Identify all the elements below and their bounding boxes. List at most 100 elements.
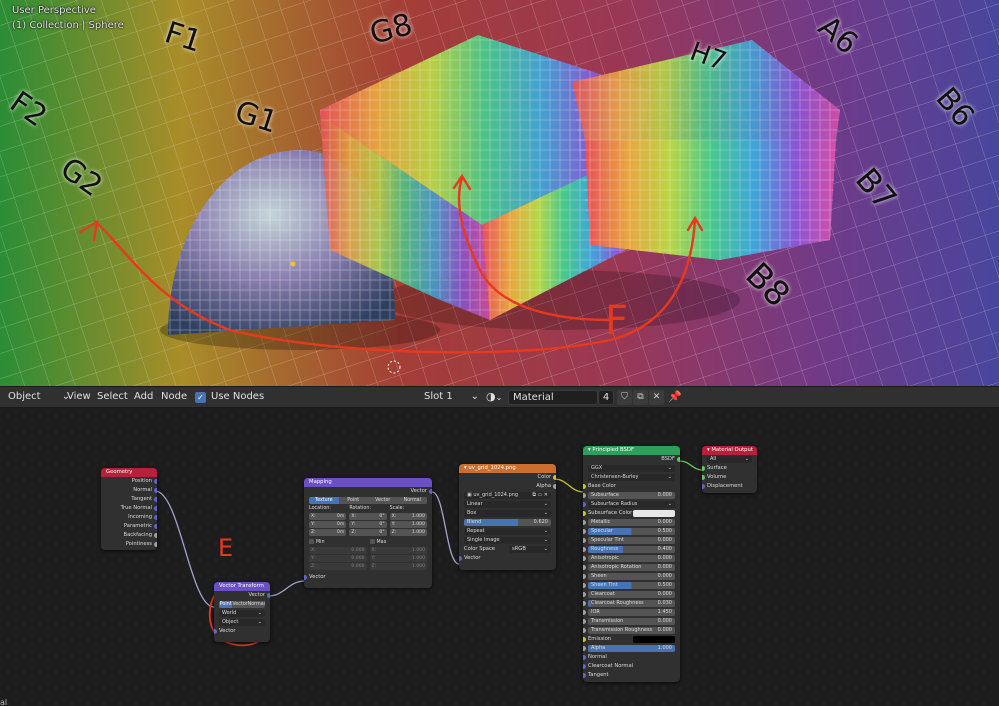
viewport-collection-label: (1) Collection | Sphere (12, 20, 124, 31)
3d-viewport[interactable]: F1 F2 G1 G2 G8 H7 A6 B6 B7 B8 F User Per… (0, 0, 999, 386)
node-editor-canvas[interactable]: E Geometry Position Normal Tangent True … (0, 408, 999, 706)
vector-transform-node[interactable]: Vector Transform Vector Point Vector Nor… (214, 582, 270, 642)
max-checkbox[interactable] (369, 539, 375, 544)
image-selector[interactable]: ▣ uv_grid_1024.png ⧉ ▭ ✕ (459, 491, 556, 500)
bsdf-input-anisotropic-rotation[interactable]: Anisotropic Rotation 0.000 (583, 563, 680, 572)
bsdf-input-clearcoat-roughness[interactable]: Clearcoat Roughness 0.030 (583, 599, 680, 608)
convert-to-dropdown[interactable]: Object ⌄ (214, 618, 270, 627)
bsdf-input-roughness[interactable]: Roughness 0.400 (583, 545, 680, 554)
duplicate-material-icon[interactable]: ⧉ (633, 390, 648, 405)
viewport-perspective-label: User Perspective (12, 5, 96, 16)
type-normal[interactable]: Normal (247, 601, 265, 608)
transform-grid: Location: X: 0m Y: 0m Z: 0m Rotation: X: 0° … (304, 505, 432, 571)
scale-x[interactable]: X: 1.000 (389, 513, 427, 520)
scale-z[interactable]: Z: 1.000 (389, 529, 427, 536)
socket-displacement: Displacement (702, 482, 757, 491)
bsdf-input-subsurface-color[interactable]: Subsurface Color (583, 509, 680, 518)
bsdf-input-subsurface-radius[interactable]: Subsurface Radius ⌄ (583, 500, 680, 509)
bsdf-input-ior[interactable]: IOR 1.450 (583, 608, 680, 617)
type-vector[interactable]: Vector (232, 601, 248, 608)
scale-y[interactable]: Y: 1.000 (389, 521, 427, 528)
mapping-type-selector[interactable]: Texture Point Vector Normal (304, 496, 432, 505)
color-swatch[interactable] (633, 510, 675, 517)
mode-dropdown[interactable]: Object ⌄ (8, 391, 70, 402)
principled-bsdf-node[interactable]: ▾ Principled BSDF BSDF GGX ⌄ Christensen-… (583, 446, 680, 682)
rotation-x[interactable]: X: 0° (349, 513, 387, 520)
use-nodes-checkbox[interactable]: ✓ (195, 392, 206, 403)
bsdf-input-transmission-roughness[interactable]: Transmission Roughness 0.000 (583, 626, 680, 635)
bsdf-input-alpha[interactable]: Alpha 1.000 (583, 644, 680, 653)
blend-slider[interactable]: Blend 0.620 (459, 518, 556, 527)
unlink-close-icon[interactable]: ✕ (649, 390, 664, 405)
material-user-count[interactable]: 4 (598, 390, 614, 405)
target-dropdown[interactable]: All ⌄ (702, 455, 757, 464)
bsdf-input-metallic[interactable]: Metallic 0.000 (583, 518, 680, 527)
bsdf-input-anisotropic[interactable]: Anisotropic 0.000 (583, 554, 680, 563)
material-output-node[interactable]: ▾ Material Output All ⌄ Surface Volume Di… (702, 446, 757, 493)
max-x[interactable]: X: 1.000 (369, 547, 427, 554)
max-z[interactable]: Z: 1.000 (369, 563, 427, 570)
chevron-down-icon: ⌄ (470, 391, 479, 402)
image-browse-icons[interactable]: ⧉ ▭ ✕ (532, 492, 548, 499)
material-name-field[interactable]: Material (508, 390, 598, 405)
rotation-label: Rotation: (349, 506, 372, 511)
bsdf-input-sheen-tint[interactable]: Sheen Tint 0.500 (583, 581, 680, 590)
location-y[interactable]: Y: 0m (309, 521, 347, 528)
socket-tangent: Tangent (101, 495, 157, 504)
socket-true-normal: True Normal (101, 504, 157, 513)
geometry-node[interactable]: Geometry Position Normal Tangent True No… (101, 468, 157, 550)
socket-bsdf-out: BSDF (583, 455, 680, 464)
bsdf-input-specular-tint[interactable]: Specular Tint 0.000 (583, 536, 680, 545)
location-x[interactable]: X: 0m (309, 513, 347, 520)
slot-dropdown[interactable]: Slot 1 ⌄ (424, 391, 479, 402)
socket-base-color: Base Color (583, 482, 680, 491)
distribution-dropdown[interactable]: GGX ⌄ (583, 464, 680, 473)
bsdf-input-clearcoat[interactable]: Clearcoat 0.000 (583, 590, 680, 599)
node-editor-header: Object ⌄ View Select Add Node ✓ Use Node… (0, 386, 999, 408)
material-sphere-icon[interactable]: ◑⌄ (486, 390, 502, 403)
menu-node[interactable]: Node (161, 391, 187, 402)
mapping-node[interactable]: Mapping Vector Texture Point Vector Norm… (304, 478, 432, 588)
use-nodes-label: Use Nodes (211, 391, 265, 402)
bsdf-input-specular[interactable]: Specular 0.500 (583, 527, 680, 536)
rotation-z[interactable]: Z: 0° (349, 529, 387, 536)
interpolation-dropdown[interactable]: Linear ⌄ (459, 500, 556, 509)
color-space-dropdown[interactable]: sRGB ⌄ (509, 546, 551, 553)
type-point[interactable]: Point (338, 497, 368, 504)
subsurface-method-dropdown[interactable]: Christensen-Burley ⌄ (583, 473, 680, 482)
location-z[interactable]: Z: 0m (309, 529, 347, 536)
geometry-node-title: Geometry (101, 468, 157, 477)
max-y[interactable]: Y: 1.000 (369, 555, 427, 562)
location-label: Location: (309, 506, 331, 511)
pin-icon[interactable]: 📌 (668, 390, 682, 403)
bsdf-input-emission[interactable]: Emission (583, 635, 680, 644)
convert-from-dropdown[interactable]: World ⌄ (214, 609, 270, 618)
min-checkbox[interactable] (309, 539, 314, 544)
slot-label: Slot 1 (424, 391, 453, 402)
menu-view[interactable]: View (67, 391, 91, 402)
source-dropdown[interactable]: Single Image ⌄ (459, 536, 556, 545)
min-y[interactable]: Y: 0.000 (309, 555, 367, 562)
bsdf-input-transmission[interactable]: Transmission 0.000 (583, 617, 680, 626)
viewport-scene (0, 0, 999, 386)
mapping-node-title: Mapping (304, 478, 432, 487)
socket-alpha-out: Alpha (459, 482, 556, 491)
bsdf-input-subsurface[interactable]: Subsurface 0.000 (583, 491, 680, 500)
min-z[interactable]: Z: 0.000 (309, 563, 367, 570)
projection-dropdown[interactable]: Box ⌄ (459, 509, 556, 518)
type-normal[interactable]: Normal (397, 497, 427, 504)
type-point[interactable]: Point (219, 601, 233, 608)
fake-user-shield-icon[interactable]: ⛉ (617, 390, 632, 405)
menu-add[interactable]: Add (134, 391, 153, 402)
socket-normal: Normal (101, 486, 157, 495)
color-swatch[interactable] (633, 636, 675, 643)
image-texture-node[interactable]: ▾ uv_grid_1024.png Color Alpha ▣ uv_grid… (459, 464, 556, 570)
type-texture[interactable]: Texture (309, 497, 339, 504)
vector-type-selector[interactable]: Point Vector Normal (214, 600, 270, 609)
min-x[interactable]: X: 0.000 (309, 547, 367, 554)
bsdf-input-sheen[interactable]: Sheen 0.000 (583, 572, 680, 581)
extension-dropdown[interactable]: Repeat ⌄ (459, 527, 556, 536)
rotation-y[interactable]: Y: 0° (349, 521, 387, 528)
menu-select[interactable]: Select (97, 391, 128, 402)
type-vector[interactable]: Vector (368, 497, 398, 504)
